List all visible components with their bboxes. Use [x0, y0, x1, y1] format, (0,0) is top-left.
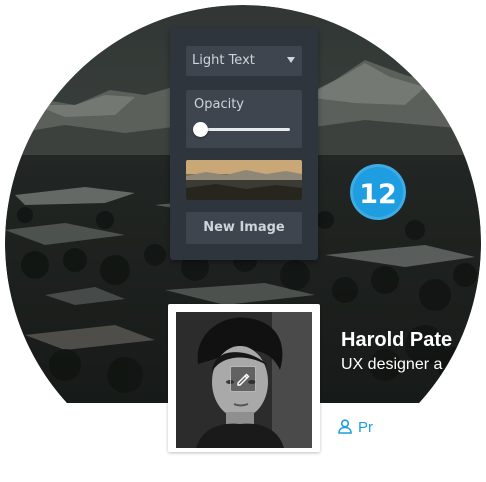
new-image-button[interactable]: New Image	[186, 212, 302, 244]
profile-name: Harold Pate	[341, 329, 453, 351]
cover-image-thumbnail[interactable]	[186, 160, 302, 200]
text-style-value: Light Text	[192, 53, 255, 68]
text-style-select[interactable]: Light Text	[186, 46, 302, 76]
pencil-icon	[237, 373, 250, 386]
opacity-control: Opacity	[186, 90, 302, 148]
person-icon	[338, 419, 352, 438]
opacity-slider-handle[interactable]	[193, 122, 209, 137]
opacity-label: Opacity	[194, 97, 245, 112]
profile-link-label: Pr	[358, 419, 373, 436]
profile-subtitle: UX designer a	[341, 356, 443, 373]
step-number-badge: 12	[350, 164, 406, 220]
thumbnail-landscape-image	[186, 160, 302, 200]
cover-editor: Light Text Opacity New Image 12 Harold P…	[0, 0, 486, 482]
opacity-slider[interactable]	[193, 122, 290, 137]
edit-avatar-button[interactable]	[230, 366, 256, 392]
cover-settings-panel: Light Text Opacity New Image	[170, 28, 318, 260]
dropdown-arrow-icon	[287, 57, 295, 63]
profile-link[interactable]: Pr	[338, 419, 373, 438]
